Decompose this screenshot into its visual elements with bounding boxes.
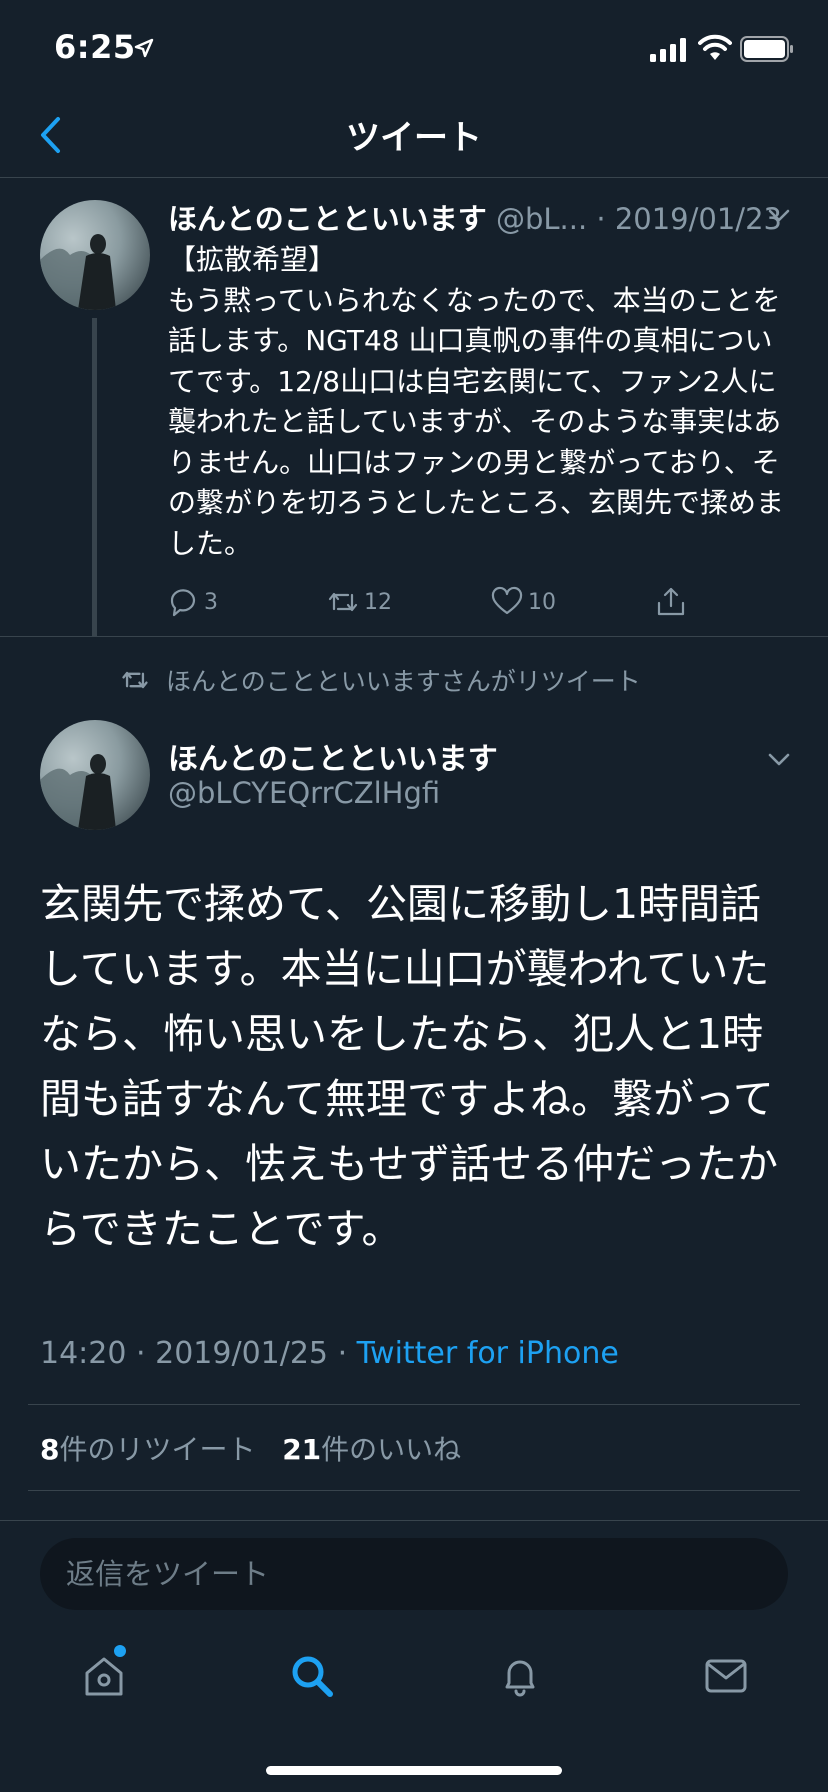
tweet-time: 14:20 bbox=[40, 1336, 127, 1371]
cellular-signal-icon bbox=[650, 38, 686, 62]
tweet-source-link[interactable]: Twitter for iPhone bbox=[357, 1336, 619, 1371]
status-time: 6:25 bbox=[54, 28, 136, 66]
likes-label: 件のいいね bbox=[321, 1433, 462, 1466]
home-icon bbox=[85, 1657, 123, 1696]
reply-icon bbox=[170, 589, 196, 617]
retweet-count: 12 bbox=[364, 589, 392, 615]
retweet-context-label: ほんとのことといいますさんがリツイート bbox=[166, 667, 641, 696]
location-arrow-icon bbox=[134, 38, 154, 58]
chevron-down-icon[interactable] bbox=[764, 744, 794, 774]
status-bar: 6:25 bbox=[0, 0, 828, 100]
tab-notifications[interactable] bbox=[490, 1646, 550, 1706]
separator-dot: · bbox=[337, 1336, 348, 1371]
share-icon bbox=[657, 587, 685, 616]
tab-messages[interactable] bbox=[696, 1646, 756, 1706]
retweet-button[interactable]: 12 bbox=[326, 582, 392, 622]
display-name[interactable]: ほんとのことといいます bbox=[168, 734, 498, 778]
search-icon bbox=[292, 1656, 333, 1697]
separator-dot: · bbox=[596, 202, 606, 236]
likes-stat[interactable]: 21件のいいね bbox=[282, 1433, 461, 1466]
tab-home[interactable] bbox=[74, 1646, 134, 1706]
wifi-icon bbox=[698, 34, 732, 60]
retweet-context[interactable]: ほんとのことといいますさんがリツイート bbox=[120, 662, 641, 698]
reply-count: 3 bbox=[204, 589, 218, 615]
page-title: ツイート bbox=[346, 118, 482, 158]
avatar[interactable] bbox=[40, 200, 150, 310]
share-button[interactable] bbox=[654, 582, 692, 622]
tweet-metadata: 14:20 · 2019/01/25 · Twitter for iPhone bbox=[40, 1336, 619, 1371]
divider bbox=[0, 636, 828, 637]
reply-input[interactable] bbox=[40, 1538, 788, 1610]
heart-icon bbox=[491, 586, 523, 615]
avatar-image bbox=[40, 754, 116, 830]
divider bbox=[28, 1490, 800, 1491]
divider bbox=[28, 1404, 800, 1405]
tab-search[interactable] bbox=[282, 1646, 342, 1706]
thread-connector-line bbox=[92, 318, 97, 636]
tweet-date: 2019/01/25 bbox=[155, 1336, 329, 1371]
display-name[interactable]: ほんとのことといいます bbox=[168, 202, 487, 236]
navigation-header: ツイート bbox=[0, 100, 828, 178]
retweets-label: 件のリツイート bbox=[59, 1433, 256, 1466]
like-count: 10 bbox=[528, 589, 556, 615]
home-indicator[interactable] bbox=[266, 1766, 562, 1775]
mail-icon bbox=[705, 1659, 747, 1693]
likes-count: 21 bbox=[282, 1433, 322, 1466]
tweet-text: 玄関先で揉めて、公園に移動し1時間話しています。本当に山口が襲われていたなら、怖… bbox=[40, 880, 778, 1253]
user-handle[interactable]: @bLCYEQrrCZlHgfi bbox=[168, 776, 440, 810]
retweets-stat[interactable]: 8件のリツイート bbox=[40, 1433, 256, 1466]
avatar[interactable] bbox=[40, 720, 150, 830]
retweet-icon bbox=[122, 671, 148, 689]
avatar-image bbox=[40, 234, 116, 310]
reply-button[interactable]: 3 bbox=[166, 582, 218, 622]
retweets-count: 8 bbox=[40, 1433, 60, 1466]
user-handle[interactable]: @bL... bbox=[496, 202, 587, 236]
retweet-icon bbox=[328, 592, 358, 612]
tweet-stats: 8件のリツイート 21件のいいね bbox=[40, 1428, 461, 1468]
tweet-text: 【拡散希望】 もう黙っていられなくなったので、本当のことを話します。NGT48 … bbox=[168, 243, 785, 560]
notification-dot bbox=[114, 1645, 126, 1657]
separator-dot: · bbox=[136, 1336, 146, 1371]
chevron-down-icon[interactable] bbox=[764, 200, 794, 230]
like-button[interactable]: 10 bbox=[490, 582, 556, 622]
tweet-header: ほんとのことといいます @bL... · 2019/01/23 bbox=[168, 196, 788, 236]
tweet-date: 2019/01/23 bbox=[614, 202, 782, 236]
battery-icon bbox=[740, 36, 793, 62]
bell-icon bbox=[505, 1660, 535, 1697]
